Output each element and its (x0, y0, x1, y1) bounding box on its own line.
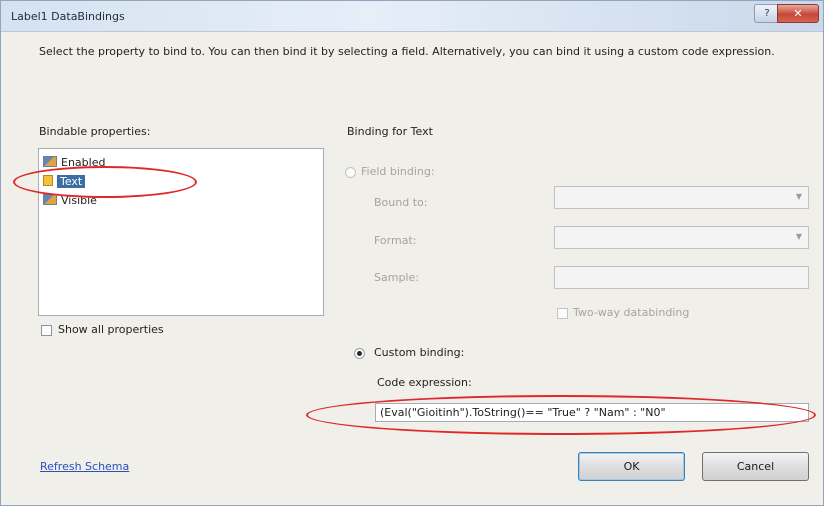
close-button[interactable]: ✕ (777, 4, 819, 23)
field-binding-label: Field binding: (361, 165, 435, 178)
show-all-properties-checkbox[interactable] (41, 325, 52, 336)
chevron-down-icon: ▼ (795, 232, 802, 241)
bound-to-dropdown[interactable]: ▼ (554, 186, 809, 209)
show-all-properties-label: Show all properties (58, 323, 164, 336)
two-way-databinding-checkbox[interactable] (557, 308, 568, 319)
custom-binding-label: Custom binding: (374, 346, 465, 359)
databindings-dialog: Label1 DataBindings ? ✕ Select the prope… (0, 0, 824, 506)
dialog-title: Label1 DataBindings (11, 10, 125, 23)
format-dropdown[interactable]: ▼ (554, 226, 809, 249)
custom-binding-radio[interactable] (354, 348, 365, 359)
format-label: Format: (374, 234, 417, 247)
code-expression-label: Code expression: (377, 376, 472, 389)
ok-button[interactable]: OK (578, 452, 685, 481)
instructions-text: Select the property to bind to. You can … (39, 45, 775, 58)
property-icon (43, 194, 57, 205)
sample-field[interactable] (554, 266, 809, 289)
title-bar[interactable]: Label1 DataBindings ? ✕ (1, 1, 823, 32)
binding-heading: Binding for Text (347, 125, 433, 138)
chevron-down-icon: ▼ (795, 192, 802, 201)
cancel-button[interactable]: Cancel (702, 452, 809, 481)
annotation-ellipse-text-item (13, 166, 197, 198)
bound-to-label: Bound to: (374, 196, 428, 209)
field-binding-radio[interactable] (345, 167, 356, 178)
refresh-schema-link[interactable]: Refresh Schema (40, 460, 129, 473)
property-icon (43, 156, 57, 167)
two-way-databinding-label: Two-way databinding (573, 306, 690, 319)
annotation-ellipse-code-expression (306, 395, 816, 435)
help-button[interactable]: ? (754, 4, 779, 23)
sample-label: Sample: (374, 271, 419, 284)
bindable-properties-label: Bindable properties: (39, 125, 151, 138)
